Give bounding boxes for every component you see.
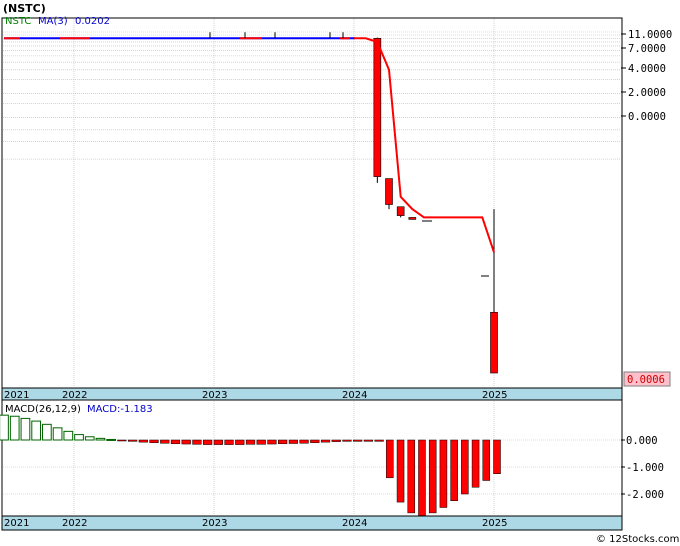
price-y-tick-label: 4.0000 [628, 63, 666, 75]
macd-bar [224, 439, 234, 445]
price-panel [1, 17, 623, 389]
macd-bar [299, 439, 309, 444]
macd-bar [256, 439, 266, 445]
macd-panel [1, 399, 623, 517]
macd-bar [267, 439, 277, 445]
macd-x-tick-label: 2021 [4, 518, 29, 529]
macd-legend-label: MACD(26,12,9) [5, 404, 81, 415]
candle-body [373, 37, 382, 177]
macd-bar [128, 439, 138, 442]
candle-body [396, 206, 405, 216]
macd-bar [407, 439, 416, 514]
macd-y-tick-label: -2.000 [626, 489, 664, 501]
macd-legend-value: MACD:-1.183 [87, 404, 153, 415]
price-legend-symbol: NSTC [5, 16, 31, 27]
stock-chart: 2021 2022 2023 2024 2025 (NSTC) NSTC MA(3) 0… [0, 0, 680, 546]
macd-bar [117, 439, 127, 442]
price-x-tick-label: 2024 [342, 390, 367, 401]
macd-x-tick-label: 2023 [202, 518, 227, 529]
last-price-label: 0.0006 [627, 374, 665, 386]
candle-body [385, 178, 393, 205]
macd-bar [235, 439, 245, 445]
macd-bar [160, 439, 170, 444]
macd-bar [84, 436, 95, 441]
macd-bar [95, 437, 106, 441]
macd-bar [439, 439, 448, 508]
macd-bar [471, 439, 480, 488]
price-x-tick-label: 2021 [4, 390, 29, 401]
macd-bar [428, 439, 437, 514]
price-x-axis [1, 387, 623, 401]
macd-bar [203, 439, 213, 445]
macd-bar [192, 439, 202, 445]
macd-bar [63, 430, 74, 441]
macd-bar [170, 439, 181, 445]
macd-bar [450, 439, 458, 501]
macd-bar [418, 439, 426, 516]
macd-y-tick-labels: 0.000 -1.000 -2.000 [621, 435, 664, 501]
macd-bar [138, 439, 148, 443]
macd-x-tick-label: 2024 [342, 518, 367, 529]
macd-bar [106, 438, 117, 441]
macd-bar [31, 420, 42, 441]
price-y-tick-label: 0.0000 [628, 111, 666, 123]
macd-bar [482, 439, 491, 481]
macd-bar [461, 439, 469, 495]
price-x-tick-label: 2022 [62, 390, 87, 401]
macd-bar [493, 439, 501, 474]
macd-bar [342, 439, 352, 442]
macd-bar [52, 427, 63, 441]
macd-bar [20, 417, 31, 441]
macd-bar [386, 439, 394, 479]
macd-x-tick-label: 2025 [482, 518, 507, 529]
macd-bar [374, 439, 384, 442]
macd-bar [9, 415, 20, 441]
macd-bar [213, 439, 223, 445]
candle-body [408, 217, 417, 220]
macd-bar [353, 439, 363, 442]
macd-x-tick-label: 2022 [62, 518, 87, 529]
macd-bar [396, 439, 405, 503]
macd-x-axis [1, 515, 623, 531]
price-y-tick-label: 11.0000 [628, 29, 672, 41]
macd-y-tick-label: -1.000 [626, 462, 664, 474]
macd-y-tick-label: 0.000 [626, 435, 658, 447]
price-x-tick-label: 2025 [482, 390, 507, 401]
watermark: © 12Stocks.com [596, 534, 679, 545]
price-legend-ma-value: 0.0202 [75, 16, 110, 27]
macd-bar [245, 439, 256, 445]
macd-bar [74, 434, 84, 441]
macd-bar [331, 439, 341, 442]
macd-bar [278, 439, 288, 445]
macd-bar [42, 423, 52, 441]
chart-title: (NSTC) [3, 2, 46, 15]
macd-bar [181, 439, 191, 445]
candle-body [490, 311, 498, 374]
macd-bar [288, 439, 298, 444]
price-y-tick-label: 2.0000 [628, 87, 666, 99]
macd-bar [320, 439, 331, 443]
price-x-tick-label: 2023 [202, 390, 227, 401]
macd-bar [310, 439, 320, 443]
price-legend-ma: MA(3) [38, 16, 68, 27]
macd-bar [149, 439, 159, 443]
macd-bar [0, 414, 9, 441]
macd-bar [363, 439, 374, 442]
price-y-tick-label: 7.0000 [628, 43, 666, 55]
